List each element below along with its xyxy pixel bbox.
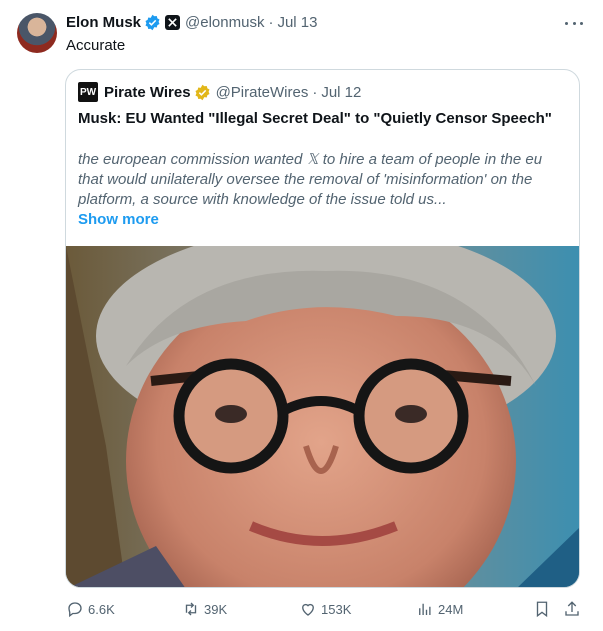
tweet-header: Elon Musk @elonmusk · Jul 13 (66, 12, 317, 32)
avatar[interactable] (17, 13, 57, 53)
action-bar: 6.6K 39K 153K 24M (66, 600, 586, 622)
verified-badge-icon (145, 14, 160, 30)
repost-button[interactable]: 39K (182, 600, 227, 618)
pirate-wires-logo: PW (78, 82, 98, 102)
tweet-text: Accurate (66, 37, 126, 54)
quoted-tweet-card[interactable]: PW Pirate Wires @PirateWires · Jul 12 Mu… (65, 69, 580, 588)
quoted-header: PW Pirate Wires @PirateWires · Jul 12 (78, 82, 361, 102)
views-button[interactable]: 24M (416, 600, 463, 618)
reply-count: 6.6K (88, 601, 115, 617)
share-icon (565, 601, 579, 616)
show-more-link[interactable]: Show more (78, 211, 159, 228)
share-button[interactable] (563, 600, 585, 618)
repost-count: 39K (204, 601, 228, 617)
reply-icon (68, 602, 82, 618)
quoted-handle[interactable]: @PirateWires (216, 84, 309, 101)
gold-badge-icon (195, 84, 210, 100)
more-icon[interactable] (565, 14, 583, 32)
like-button[interactable]: 153K (299, 600, 351, 618)
quoted-body: the european commission wanted 𝕏 to hire… (78, 151, 543, 208)
like-icon (302, 603, 314, 616)
author-handle[interactable]: @elonmusk (185, 14, 264, 31)
views-icon (419, 603, 431, 615)
tweet-date[interactable]: Jul 13 (277, 14, 317, 31)
like-count: 153K (321, 601, 352, 617)
quoted-title: Musk: EU Wanted "Illegal Secret Deal" to… (78, 110, 552, 127)
bookmark-button[interactable] (533, 600, 555, 618)
x-affiliate-icon[interactable] (165, 14, 181, 30)
author-name[interactable]: Elon Musk (66, 14, 141, 31)
bookmark-icon (536, 601, 548, 618)
separator: · (312, 83, 318, 101)
quoted-author-name[interactable]: Pirate Wires (104, 84, 191, 101)
quoted-photo[interactable] (66, 246, 579, 587)
views-count: 24M (438, 601, 464, 617)
separator: · (268, 13, 274, 31)
repost-icon (185, 602, 197, 616)
quoted-date[interactable]: Jul 12 (321, 84, 361, 101)
reply-button[interactable]: 6.6K (66, 600, 115, 618)
